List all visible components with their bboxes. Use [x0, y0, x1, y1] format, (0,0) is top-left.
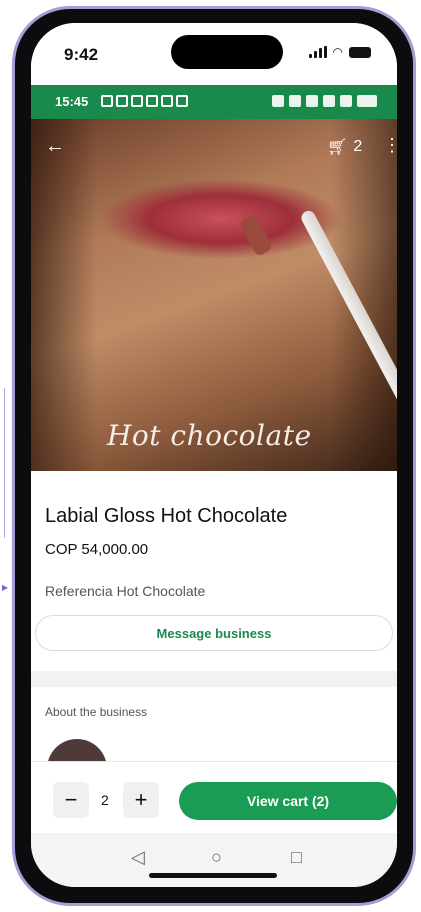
notification-icon	[101, 95, 113, 107]
android-time: 15:45	[55, 94, 89, 109]
android-nav-bar: ◁ ○ □	[31, 833, 397, 887]
android-system-icons	[272, 95, 377, 107]
section-divider	[31, 671, 397, 687]
image-caption: Hot chocolate	[107, 419, 312, 452]
wifi-icon	[323, 95, 335, 107]
phone-frame: 9:42 ◠ 15:45 Hot chocolate ← 🛒︎ 2 ⋮ Labi…	[12, 6, 416, 906]
product-title: Labial Gloss Hot Chocolate	[45, 505, 288, 527]
ios-time: 9:42	[64, 45, 99, 64]
phone-screen: 9:42 ◠ 15:45 Hot chocolate ← 🛒︎ 2 ⋮ Labi…	[31, 23, 397, 887]
notification-icon	[116, 95, 128, 107]
signal-icon	[340, 95, 352, 107]
product-image: Hot chocolate	[31, 119, 397, 471]
header-cart-button[interactable]: 🛒︎ 2	[327, 137, 362, 157]
message-business-button[interactable]: Message business	[35, 615, 393, 651]
moon-icon	[306, 95, 318, 107]
decorative-arrow-icon: ▸	[2, 580, 9, 594]
battery-icon	[349, 46, 371, 58]
back-arrow-icon[interactable]: ←	[45, 135, 65, 158]
product-price: COP 54,000.00	[45, 541, 149, 558]
page: ▸ 9:42 ◠ 15:45 Hot chocolate ← 🛒︎ 2 ⋮ La…	[0, 0, 421, 912]
quantity-decrease-button[interactable]: −	[53, 782, 89, 818]
notification-icon	[161, 95, 173, 107]
notification-icon	[176, 95, 188, 107]
nav-home-icon[interactable]: ○	[211, 847, 222, 868]
decorative-frame-line	[4, 388, 10, 538]
ios-status-bar: 9:42 ◠	[31, 23, 397, 85]
more-options-icon[interactable]: ⋮	[383, 135, 397, 156]
home-indicator[interactable]	[149, 873, 277, 878]
battery-icon	[357, 95, 377, 107]
quantity-increase-button[interactable]: +	[123, 782, 159, 818]
notification-icon	[146, 95, 158, 107]
nav-recents-icon[interactable]: □	[291, 847, 302, 868]
about-business-heading: About the business	[45, 705, 148, 719]
bluetooth-icon	[289, 95, 301, 107]
notification-icon	[131, 95, 143, 107]
ios-status-icons: ◠	[308, 45, 371, 59]
nav-back-icon[interactable]: ◁	[131, 847, 145, 868]
nfc-icon	[272, 95, 284, 107]
wifi-icon: ◠	[332, 45, 343, 59]
dynamic-island	[171, 35, 283, 69]
signal-icon	[308, 46, 327, 58]
view-cart-button[interactable]: View cart (2)	[179, 782, 397, 820]
cart-count: 2	[353, 138, 363, 155]
product-reference: Referencia Hot Chocolate	[45, 583, 206, 599]
cart-icon: 🛒︎	[327, 139, 348, 156]
quantity-value: 2	[101, 792, 109, 808]
android-status-bar: 15:45	[31, 85, 397, 119]
cart-action-bar: − 2 + View cart (2)	[31, 761, 397, 833]
notification-icons	[101, 95, 188, 107]
